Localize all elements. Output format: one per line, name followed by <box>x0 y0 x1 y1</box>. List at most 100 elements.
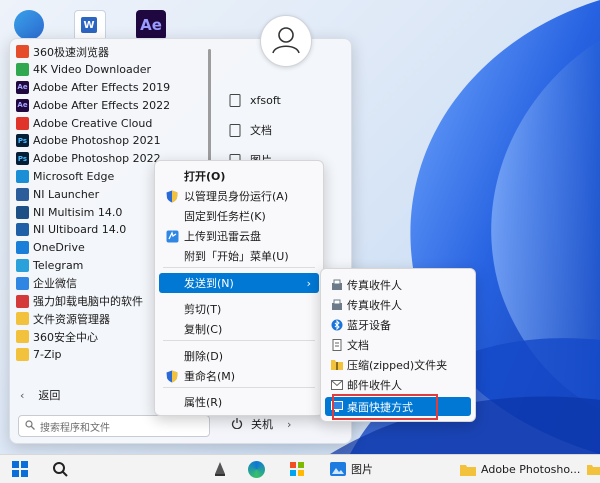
store-icon <box>287 459 307 479</box>
context-menu-item[interactable]: 属性(R) <box>159 392 319 412</box>
folder-icon <box>458 459 478 479</box>
telegram-icon <box>16 258 29 272</box>
context-menu-item[interactable]: 重命名(M) <box>159 366 319 386</box>
right-pane-label: xfsoft <box>250 93 281 107</box>
app-list-item[interactable]: 360极速浏览器 <box>10 43 210 61</box>
taskbar-store[interactable] <box>287 458 307 480</box>
4k-downloader-icon <box>16 63 29 77</box>
app-label: Telegram <box>33 258 84 272</box>
chevron-right-icon: › <box>306 276 311 290</box>
context-menu-label: 复制(C) <box>184 323 223 336</box>
desktop-ae-glyph: Ae <box>140 16 162 34</box>
send-to-item[interactable]: 传真收件人 <box>325 275 471 294</box>
uninstall-icon <box>16 294 29 308</box>
pen-tool-icon <box>210 459 230 479</box>
app-label: NI Multisim 14.0 <box>33 205 123 219</box>
picture-icon <box>328 459 348 479</box>
fax-icon <box>330 298 343 311</box>
document-icon <box>228 123 242 137</box>
context-menu-item[interactable]: 以管理员身份运行(A) <box>159 186 319 206</box>
right-pane-label: 文档 <box>250 124 272 137</box>
app-label: OneDrive <box>33 241 85 255</box>
app-label: 7-Zip <box>33 347 62 361</box>
pictures-label: 图片 <box>351 463 373 476</box>
context-menu-label: 打开(O) <box>184 170 226 183</box>
shield-icon <box>165 369 179 383</box>
multisim-icon <box>16 205 29 219</box>
context-menu-item[interactable]: 复制(C) <box>159 319 319 339</box>
folder-icon <box>16 312 29 326</box>
context-menu-item[interactable]: 打开(O) <box>159 166 319 186</box>
context-menu-label: 附到「开始」菜单(U) <box>184 250 289 263</box>
taskbar-folder[interactable]: Adobe Photosho... <box>458 458 580 480</box>
search-icon <box>25 419 35 433</box>
search-icon <box>50 459 70 479</box>
taskbar: 图片 Adobe Photosho... <box>0 454 600 483</box>
app-label: 4K Video Downloader <box>33 63 151 77</box>
context-menu-item[interactable]: 上传到迅雷云盘 <box>159 226 319 246</box>
app-list-item[interactable]: Adobe Creative Cloud <box>10 114 210 132</box>
context-menu-item[interactable]: 附到「开始」菜单(U) <box>159 246 319 266</box>
send-to-item[interactable]: 压缩(zipped)文件夹 <box>325 355 471 374</box>
taskbar-overflow[interactable] <box>584 458 600 480</box>
after-effects-icon: Ae <box>16 80 29 94</box>
app-list-item[interactable]: Ae Adobe After Effects 2022 <box>10 96 210 114</box>
photoshop-icon: Ps <box>16 152 29 166</box>
chevron-right-icon[interactable]: › <box>287 418 291 431</box>
app-label: 企业微信 <box>33 277 77 291</box>
app-label: 强力卸载电脑中的软件 <box>33 295 143 309</box>
fax-icon <box>330 278 343 291</box>
edge-icon <box>248 460 265 478</box>
send-to-item[interactable]: 文档 <box>325 335 471 354</box>
folder-label: Adobe Photosho... <box>481 462 581 476</box>
app-list-item[interactable]: Ps Adobe Photoshop 2021 <box>10 132 210 150</box>
context-menu-label: 上传到迅雷云盘 <box>184 230 261 243</box>
chevron-left-icon: ‹ <box>20 388 25 402</box>
ultiboard-icon <box>16 223 29 237</box>
send-to-item[interactable]: 蓝牙设备 <box>325 315 471 334</box>
desktop-network-icon[interactable] <box>14 10 44 40</box>
right-pane-item[interactable]: 文档 <box>228 115 281 145</box>
back-button[interactable]: ‹ 返回 <box>20 387 60 403</box>
context-menu-item[interactable]: 固定到任务栏(K) <box>159 206 319 226</box>
desktop-after-effects-icon[interactable]: Ae <box>136 10 166 40</box>
highlight-annotation-box <box>332 394 438 420</box>
send-to-label: 传真收件人 <box>347 278 402 292</box>
taskbar-edge[interactable] <box>248 458 265 480</box>
taskbar-inkscape[interactable] <box>210 458 230 480</box>
context-menu-label: 重命名(M) <box>184 370 236 383</box>
user-avatar[interactable] <box>260 15 312 67</box>
shutdown-button[interactable]: 关机 › <box>231 416 291 432</box>
taskbar-pictures[interactable]: 图片 <box>328 458 373 480</box>
shutdown-label: 关机 <box>251 418 273 431</box>
back-label: 返回 <box>38 389 61 402</box>
folder-icon <box>584 459 600 479</box>
context-menu-item[interactable]: 发送到(N) › <box>159 273 319 293</box>
360-browser-icon <box>16 45 29 59</box>
send-to-item[interactable]: 传真收件人 <box>325 295 471 314</box>
app-label: 文件资源管理器 <box>33 312 110 326</box>
app-list-item[interactable]: 4K Video Downloader <box>10 61 210 79</box>
wecom-icon <box>16 276 29 290</box>
context-menu-item[interactable]: 删除(D) <box>159 346 319 366</box>
context-menu-item[interactable]: 剪切(T) <box>159 299 319 319</box>
creative-cloud-icon <box>16 116 29 130</box>
send-to-item[interactable]: 邮件收件人 <box>325 375 471 394</box>
user-icon <box>272 27 300 54</box>
search-input[interactable]: 搜索程序和文件 <box>18 415 210 437</box>
app-list-item[interactable]: Ae Adobe After Effects 2019 <box>10 79 210 97</box>
context-menu: 打开(O) 以管理员身份运行(A) 固定到任务栏(K) 上传到迅雷云盘附到「开始」菜单… <box>154 160 324 416</box>
photoshop-icon: Ps <box>16 134 29 148</box>
menu-separator <box>163 340 315 341</box>
windows-logo-icon <box>10 459 30 479</box>
send-to-label: 蓝牙设备 <box>347 318 391 332</box>
right-pane-item[interactable]: xfsoft <box>228 85 281 115</box>
search-button[interactable] <box>50 458 70 480</box>
shield-icon <box>165 189 179 203</box>
send-to-label: 邮件收件人 <box>347 378 402 392</box>
folder-icon <box>16 330 29 344</box>
context-menu-label: 以管理员身份运行(A) <box>184 190 289 203</box>
start-button[interactable] <box>10 458 30 480</box>
context-menu-label: 固定到任务栏(K) <box>184 210 266 223</box>
context-menu-label: 属性(R) <box>184 396 223 409</box>
